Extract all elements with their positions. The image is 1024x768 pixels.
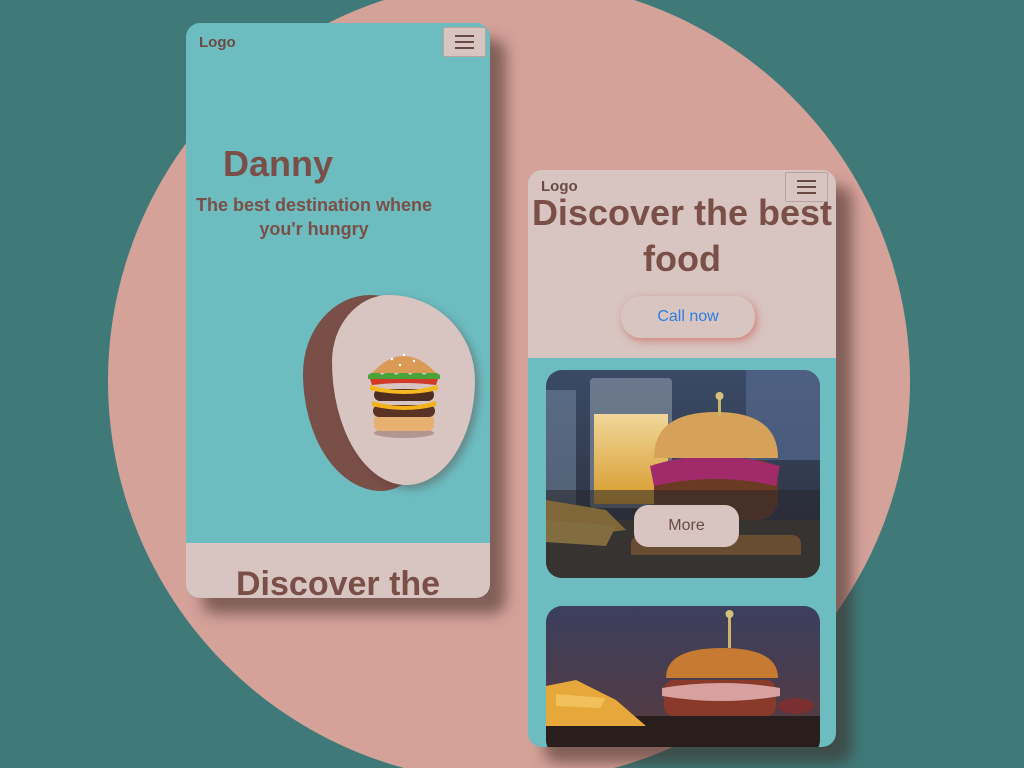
call-now-button[interactable]: Call now xyxy=(621,296,755,338)
food-card[interactable]: More xyxy=(546,370,820,578)
food-card[interactable] xyxy=(546,606,820,747)
hamburger-menu-button[interactable] xyxy=(443,27,486,57)
discover-section: Discover the xyxy=(186,543,490,598)
hero-tagline: The best destination whene you'r hungry xyxy=(195,195,433,239)
hamburger-menu-button[interactable] xyxy=(785,172,828,202)
menu-line xyxy=(455,41,474,43)
logo[interactable]: Logo xyxy=(199,34,236,51)
menu-line xyxy=(455,47,474,49)
logo[interactable]: Logo xyxy=(541,178,578,195)
menu-line xyxy=(797,180,816,182)
menu-line xyxy=(455,35,474,37)
hero-title: Danny xyxy=(223,143,334,184)
section-title: Discover the xyxy=(236,565,441,598)
discover-title: Discover the best food xyxy=(531,192,833,279)
menu-line xyxy=(797,192,816,194)
discover-header-section: Discover the best food Logo Call now xyxy=(528,170,836,358)
menu-line xyxy=(797,186,816,188)
burger-image xyxy=(368,353,440,438)
mobile-mockup-discover: Discover the best food Logo Call now Mor… xyxy=(528,170,836,747)
burger-fries-photo xyxy=(546,606,820,747)
mobile-mockup-home: Logo Danny The best destination whene yo… xyxy=(186,23,490,598)
more-button[interactable]: More xyxy=(634,505,739,547)
